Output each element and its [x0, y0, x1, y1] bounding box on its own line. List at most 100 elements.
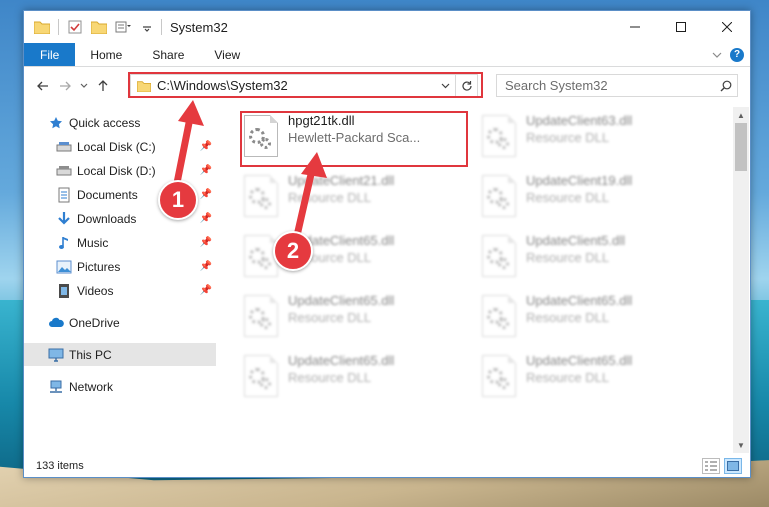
- navigation-pane: Quick access Local Disk (C:) 📌 Local Dis…: [24, 107, 216, 453]
- up-arrow-icon[interactable]: [92, 75, 114, 97]
- sidebar-item-quick-access[interactable]: Quick access: [24, 111, 216, 134]
- sidebar-item-label: Network: [69, 379, 114, 394]
- file-item[interactable]: UpdateClient65.dll Resource DLL: [236, 351, 466, 403]
- tab-view[interactable]: View: [199, 43, 255, 66]
- maximize-button[interactable]: [658, 11, 704, 43]
- computer-icon: [48, 347, 64, 363]
- drive-icon: [56, 163, 72, 179]
- forward-arrow-icon[interactable]: [54, 75, 76, 97]
- dll-file-icon: [482, 295, 516, 337]
- dll-file-icon: [244, 295, 278, 337]
- dll-file-icon: [482, 355, 516, 397]
- status-bar: 133 items: [24, 455, 750, 477]
- sidebar-item-local-disk-c[interactable]: Local Disk (C:) 📌: [24, 135, 216, 158]
- pictures-icon: [56, 259, 72, 275]
- expand-ribbon-chevron-icon[interactable]: [712, 48, 722, 62]
- network-icon: [48, 379, 64, 395]
- file-name: UpdateClient63.dll: [526, 113, 633, 128]
- file-type: Resource DLL: [288, 310, 372, 325]
- sidebar-item-pictures[interactable]: Pictures 📌: [24, 255, 216, 278]
- pin-icon[interactable]: 📌: [200, 237, 212, 248]
- folder-icon[interactable]: [32, 17, 52, 37]
- dll-file-icon: [482, 175, 516, 217]
- sidebar-item-label: Quick access: [69, 115, 141, 130]
- minimize-button[interactable]: [612, 11, 658, 43]
- file-name: UpdateClient19.dll: [526, 173, 633, 188]
- dll-file-icon: [482, 115, 516, 157]
- sidebar-item-local-disk-d[interactable]: Local Disk (D:) 📌: [24, 159, 216, 182]
- file-name: UpdateClient65.dll: [288, 353, 395, 368]
- documents-icon: [56, 187, 72, 203]
- file-item[interactable]: UpdateClient65.dll Resource DLL: [236, 231, 466, 283]
- file-type: Resource DLL: [526, 250, 610, 265]
- file-item[interactable]: UpdateClient19.dll Resource DLL: [474, 171, 704, 223]
- sidebar-item-label: Music: [77, 235, 109, 250]
- tab-file[interactable]: File: [24, 43, 76, 66]
- scroll-up-arrow-icon[interactable]: ▲: [733, 107, 749, 123]
- search-input[interactable]: Search System32: [505, 78, 715, 93]
- file-item[interactable]: UpdateClient63.dll Resource DLL: [474, 111, 704, 163]
- pin-icon[interactable]: 📌: [200, 213, 212, 224]
- pin-icon[interactable]: 📌: [200, 261, 212, 272]
- download-icon: [56, 211, 72, 227]
- window-controls: [612, 11, 750, 43]
- file-type: Resource DLL: [526, 190, 610, 205]
- pin-icon[interactable]: 📌: [200, 141, 212, 152]
- file-item[interactable]: UpdateClient5.dll Resource DLL: [474, 231, 704, 283]
- search-box[interactable]: Search System32: [496, 74, 738, 97]
- sidebar-item-label: This PC: [69, 347, 112, 362]
- file-name: UpdateClient65.dll: [288, 293, 395, 308]
- file-type: Resource DLL: [526, 310, 610, 325]
- star-icon: [48, 115, 64, 131]
- file-type: Resource DLL: [526, 370, 610, 385]
- title-divider: [161, 19, 162, 35]
- file-item[interactable]: UpdateClient65.dll Resource DLL: [236, 291, 466, 343]
- sidebar-item-label: Downloads: [77, 211, 137, 226]
- sidebar-item-label: Videos: [77, 283, 114, 298]
- search-icon[interactable]: [715, 80, 737, 92]
- file-type: Resource DLL: [288, 370, 372, 385]
- music-icon: [56, 235, 72, 251]
- videos-icon: [56, 283, 72, 299]
- file-name: UpdateClient65.dll: [526, 293, 633, 308]
- pin-icon[interactable]: 📌: [200, 165, 212, 176]
- tiles-view-icon[interactable]: [724, 458, 742, 474]
- file-item[interactable]: UpdateClient65.dll Resource DLL: [474, 351, 704, 403]
- window-title: System32: [170, 19, 228, 35]
- sidebar-item-this-pc[interactable]: This PC: [24, 343, 216, 366]
- vertical-scrollbar[interactable]: ▲ ▼: [733, 107, 749, 453]
- back-arrow-icon[interactable]: [32, 75, 54, 97]
- scroll-thumb[interactable]: [735, 123, 747, 171]
- quick-access-toolbar: [24, 17, 157, 37]
- new-folder-icon[interactable]: [89, 17, 109, 37]
- help-icon[interactable]: ?: [730, 47, 744, 62]
- file-type: Resource DLL: [288, 190, 372, 205]
- tab-share[interactable]: Share: [137, 43, 199, 66]
- details-view-icon[interactable]: [702, 458, 720, 474]
- close-button[interactable]: [704, 11, 750, 43]
- recent-locations-chevron-icon[interactable]: [76, 75, 92, 97]
- item-count: 133 items: [36, 460, 84, 472]
- file-item[interactable]: UpdateClient65.dll Resource DLL: [474, 291, 704, 343]
- tab-home[interactable]: Home: [75, 43, 137, 66]
- rename-icon[interactable]: [113, 17, 133, 37]
- sidebar-item-label: Documents: [77, 187, 138, 202]
- file-item[interactable]: UpdateClient21.dll Resource DLL: [236, 171, 466, 223]
- customize-toolbar-chevron-icon[interactable]: [137, 17, 157, 37]
- address-bar-highlight: [128, 72, 483, 98]
- file-name: UpdateClient5.dll: [526, 233, 626, 248]
- sidebar-item-network[interactable]: Network: [24, 375, 216, 398]
- dll-file-icon: [244, 175, 278, 217]
- file-highlight: [240, 111, 468, 167]
- pin-icon[interactable]: 📌: [200, 189, 212, 200]
- sidebar-item-label: OneDrive: [69, 315, 120, 330]
- cloud-icon: [48, 315, 64, 331]
- title-bar: System32: [24, 11, 750, 43]
- pin-icon[interactable]: 📌: [200, 285, 212, 296]
- sidebar-item-videos[interactable]: Videos 📌: [24, 279, 216, 302]
- properties-icon[interactable]: [65, 17, 85, 37]
- sidebar-item-label: Local Disk (D:): [77, 163, 156, 178]
- sidebar-item-onedrive[interactable]: OneDrive: [24, 311, 216, 334]
- sidebar-item-music[interactable]: Music 📌: [24, 231, 216, 254]
- scroll-down-arrow-icon[interactable]: ▼: [733, 437, 749, 453]
